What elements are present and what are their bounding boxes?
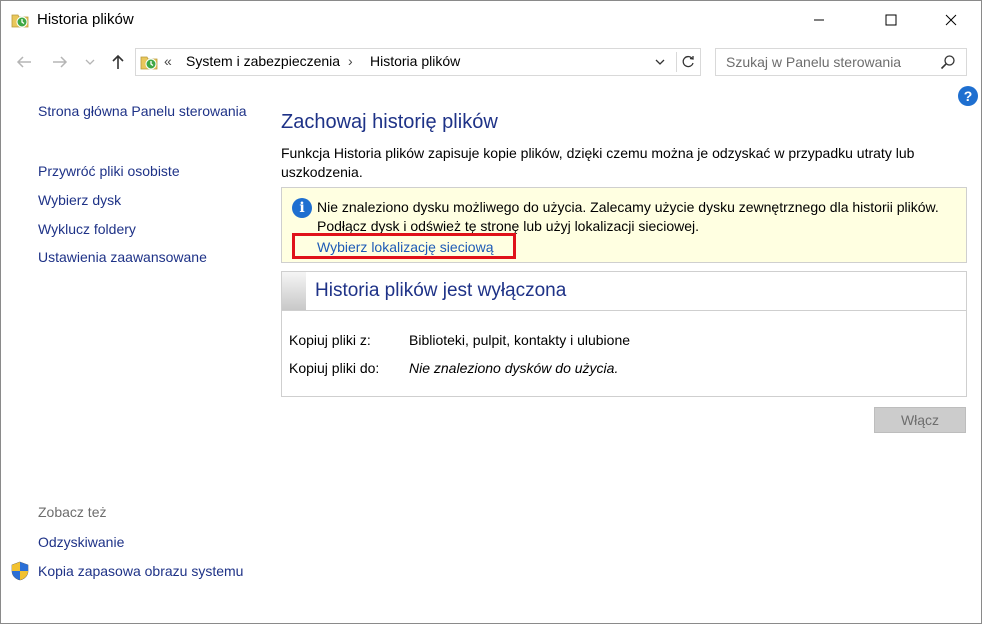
- file-history-window: Historia plików « System i zabezpieczeni…: [0, 0, 982, 624]
- close-button[interactable]: [927, 1, 975, 39]
- up-button[interactable]: [107, 51, 129, 73]
- sidebar-link-advanced-settings[interactable]: Ustawienia zaawansowane: [38, 248, 248, 267]
- page-title: Zachowaj historię plików: [281, 111, 498, 133]
- status-title: Historia plików jest wyłączona: [315, 280, 567, 301]
- breadcrumb-overflow-button[interactable]: «: [164, 53, 172, 69]
- arrow-right-icon: [53, 56, 68, 68]
- breadcrumb-file-history[interactable]: Historia plików: [370, 53, 460, 69]
- info-icon: i: [292, 198, 312, 218]
- chevron-down-icon: [85, 59, 95, 65]
- breadcrumb-separator[interactable]: ›: [348, 53, 353, 69]
- highlight-annotation: [292, 233, 516, 259]
- status-panel: Historia plików jest wyłączona Kopiuj pl…: [281, 271, 967, 397]
- copy-from-value: Biblioteki, pulpit, kontakty i ulubione: [409, 332, 631, 348]
- recent-locations-button[interactable]: [83, 51, 97, 73]
- enable-button[interactable]: Włącz: [874, 407, 966, 433]
- see-also-link-system-image-backup[interactable]: Kopia zapasowa obrazu systemu: [38, 562, 248, 581]
- status-header: Historia plików jest wyłączona: [282, 272, 966, 311]
- chevron-down-icon: [655, 59, 665, 65]
- search-icon[interactable]: [940, 54, 958, 72]
- info-message: Nie znaleziono dysku możliwego do użycia…: [317, 199, 939, 234]
- forward-button[interactable]: [49, 51, 71, 73]
- copy-from-label: Kopiuj pliki z:: [289, 332, 371, 348]
- breadcrumb-system-security[interactable]: System i zabezpieczenia: [186, 53, 340, 69]
- search-placeholder: Szukaj w Panelu sterowania: [726, 54, 902, 70]
- copy-to-label: Kopiuj pliki do:: [289, 360, 380, 376]
- see-also-heading: Zobacz też: [38, 504, 107, 520]
- sidebar-link-restore-personal-files[interactable]: Przywróć pliki osobiste: [38, 162, 248, 181]
- file-history-icon: [11, 11, 29, 29]
- refresh-icon: [682, 55, 694, 68]
- address-bar[interactable]: « System i zabezpieczenia › Historia pli…: [135, 48, 701, 76]
- refresh-button[interactable]: [676, 52, 699, 72]
- uac-shield-icon: [11, 561, 29, 581]
- file-history-icon: [140, 53, 158, 71]
- status-indicator-bar: [282, 272, 306, 310]
- sidebar-link-control-panel-home[interactable]: Strona główna Panelu sterowania: [38, 102, 248, 121]
- copy-to-value: Nie znaleziono dysków do użycia.: [409, 360, 619, 376]
- see-also-link-recovery[interactable]: Odzyskiwanie: [38, 533, 248, 552]
- title-bar: Historia plików: [1, 1, 981, 39]
- maximize-button[interactable]: [867, 1, 915, 39]
- main-content: Zachowaj historię plików Funkcja Histori…: [281, 91, 971, 621]
- page-description: Funkcja Historia plików zapisuje kopie p…: [281, 145, 915, 180]
- close-icon: [945, 14, 957, 26]
- sidebar-link-exclude-folders[interactable]: Wyklucz foldery: [38, 220, 248, 239]
- arrow-up-icon: [112, 54, 124, 69]
- search-input[interactable]: Szukaj w Panelu sterowania: [715, 48, 967, 76]
- navigation-bar: « System i zabezpieczenia › Historia pli…: [1, 43, 981, 79]
- minimize-icon: [814, 19, 824, 21]
- window-title: Historia plików: [37, 11, 134, 28]
- info-notification: i Nie znaleziono dysku możliwego do użyc…: [281, 187, 967, 263]
- left-task-pane: Strona główna Panelu sterowania Przywróć…: [1, 91, 261, 621]
- arrow-left-icon: [16, 56, 31, 68]
- sidebar-link-select-drive[interactable]: Wybierz dysk: [38, 191, 248, 210]
- minimize-button[interactable]: [795, 1, 843, 39]
- address-dropdown-button[interactable]: [652, 53, 668, 71]
- maximize-icon: [885, 14, 897, 26]
- back-button[interactable]: [13, 51, 35, 73]
